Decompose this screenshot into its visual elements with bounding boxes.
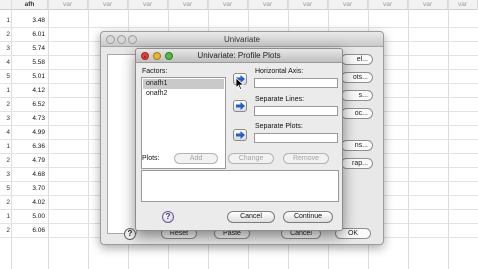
- cell-afh[interactable]: 6.01: [12, 28, 45, 42]
- row-group-value: 1: [6, 143, 10, 150]
- column-header-var[interactable]: var: [328, 0, 368, 10]
- close-button[interactable]: [106, 35, 115, 44]
- zoom-button[interactable]: [165, 52, 173, 60]
- univariate-variable-list[interactable]: [107, 54, 137, 234]
- factors-label: Factors:: [142, 68, 168, 75]
- cell-afh[interactable]: 6.36: [12, 140, 45, 154]
- separate-plots-field[interactable]: [254, 133, 338, 143]
- row-group-value: 5: [6, 185, 10, 192]
- question-icon[interactable]: ?: [162, 211, 174, 223]
- row-group-value: 2: [6, 101, 10, 108]
- model-button[interactable]: el...: [341, 54, 373, 65]
- plots-label: Plots:: [142, 155, 160, 162]
- univariate-title: Univariate: [223, 35, 260, 44]
- factor-item-onafh1[interactable]: onafh1: [143, 79, 224, 89]
- cell-afh[interactable]: 3.48: [12, 14, 45, 28]
- move-to-separate-lines-button[interactable]: [233, 100, 247, 112]
- plots-list[interactable]: [141, 170, 339, 202]
- cancel-button[interactable]: Cancel: [227, 211, 275, 223]
- cell-afh[interactable]: 4.79: [12, 154, 45, 168]
- horizontal-axis-label: Horizontal Axis:: [255, 68, 304, 75]
- close-button[interactable]: ×: [141, 52, 149, 61]
- column-header-var[interactable]: var: [88, 0, 128, 10]
- column-header-var[interactable]: var: [288, 0, 328, 10]
- right-arrow-icon: [236, 131, 245, 139]
- cell-afh[interactable]: 6.06: [12, 224, 45, 238]
- right-arrow-icon: [236, 102, 245, 110]
- cell-afh[interactable]: 6.52: [12, 98, 45, 112]
- cell-afh[interactable]: 4.73: [12, 112, 45, 126]
- row-group-value: 3: [6, 45, 10, 52]
- cell-afh[interactable]: 5.01: [12, 70, 45, 84]
- separate-plots-label: Separate Plots:: [255, 123, 303, 130]
- column-header-var[interactable]: var: [208, 0, 248, 10]
- profile-plots-title: Univariate: Profile Plots: [197, 51, 281, 60]
- column-header-var[interactable]: var: [128, 0, 168, 10]
- row-group-value: 4: [6, 59, 10, 66]
- cell-afh[interactable]: 5.74: [12, 42, 45, 56]
- cell-afh[interactable]: 5.58: [12, 56, 45, 70]
- move-to-separate-plots-button[interactable]: [233, 129, 247, 141]
- cell-afh[interactable]: 4.12: [12, 84, 45, 98]
- column-header-row: afh var var var var var var var var var …: [0, 0, 478, 10]
- bootstrap-button[interactable]: rap...: [341, 158, 373, 169]
- separate-lines-field[interactable]: [254, 106, 338, 116]
- change-button[interactable]: Change: [228, 153, 274, 164]
- cell-afh[interactable]: 4.68: [12, 168, 45, 182]
- row-group-value: 1: [6, 17, 10, 24]
- question-icon[interactable]: ?: [124, 228, 136, 240]
- column-header-var[interactable]: var: [48, 0, 88, 10]
- column-header-var[interactable]: var: [368, 0, 408, 10]
- column-header-afh[interactable]: afh: [12, 0, 48, 10]
- cell-afh[interactable]: 4.02: [12, 196, 45, 210]
- contrasts-button[interactable]: s...: [341, 90, 373, 101]
- separate-lines-label: Separate Lines:: [255, 96, 305, 103]
- row-group-value: 5: [6, 73, 10, 80]
- remove-button[interactable]: Remove: [283, 153, 329, 164]
- plots-button[interactable]: ots...: [341, 72, 373, 83]
- row-group-value: 4: [6, 129, 10, 136]
- table-row[interactable]: 1 3.48: [0, 14, 478, 28]
- profile-plots-dialog: × Univariate: Profile Plots Factors: ona…: [135, 48, 343, 231]
- row-group-value: 3: [6, 171, 10, 178]
- row-group-value: 2: [6, 199, 10, 206]
- row-group-value: 2: [6, 227, 10, 234]
- column-header-var[interactable]: var: [408, 0, 448, 10]
- row-group-value: 2: [6, 31, 10, 38]
- row-group-value: 1: [6, 87, 10, 94]
- options-button[interactable]: ns...: [341, 140, 373, 151]
- column-header-var[interactable]: var: [248, 0, 288, 10]
- univariate-title-bar[interactable]: Univariate: [101, 32, 383, 47]
- row-group-value: 2: [6, 157, 10, 164]
- add-button[interactable]: Add: [174, 153, 218, 164]
- profile-plots-title-bar[interactable]: × Univariate: Profile Plots: [136, 49, 342, 63]
- post-hoc-button[interactable]: oc...: [341, 108, 373, 119]
- row-group-value: 1: [6, 213, 10, 220]
- cell-afh[interactable]: 4.99: [12, 126, 45, 140]
- zoom-button[interactable]: [128, 35, 137, 44]
- close-icon: ×: [143, 55, 147, 61]
- cell-afh[interactable]: 3.70: [12, 182, 45, 196]
- minimize-button[interactable]: [117, 35, 126, 44]
- horizontal-axis-field[interactable]: [254, 78, 338, 88]
- minimize-button[interactable]: [153, 52, 161, 60]
- cell-afh[interactable]: 5.00: [12, 210, 45, 224]
- row-group-value: 3: [6, 115, 10, 122]
- column-header-var[interactable]: var: [168, 0, 208, 10]
- column-header-var[interactable]: var: [448, 0, 478, 10]
- continue-button[interactable]: Continue: [283, 211, 333, 223]
- factor-item-onafh2[interactable]: onafh2: [143, 89, 224, 99]
- mouse-cursor-icon: [236, 78, 244, 90]
